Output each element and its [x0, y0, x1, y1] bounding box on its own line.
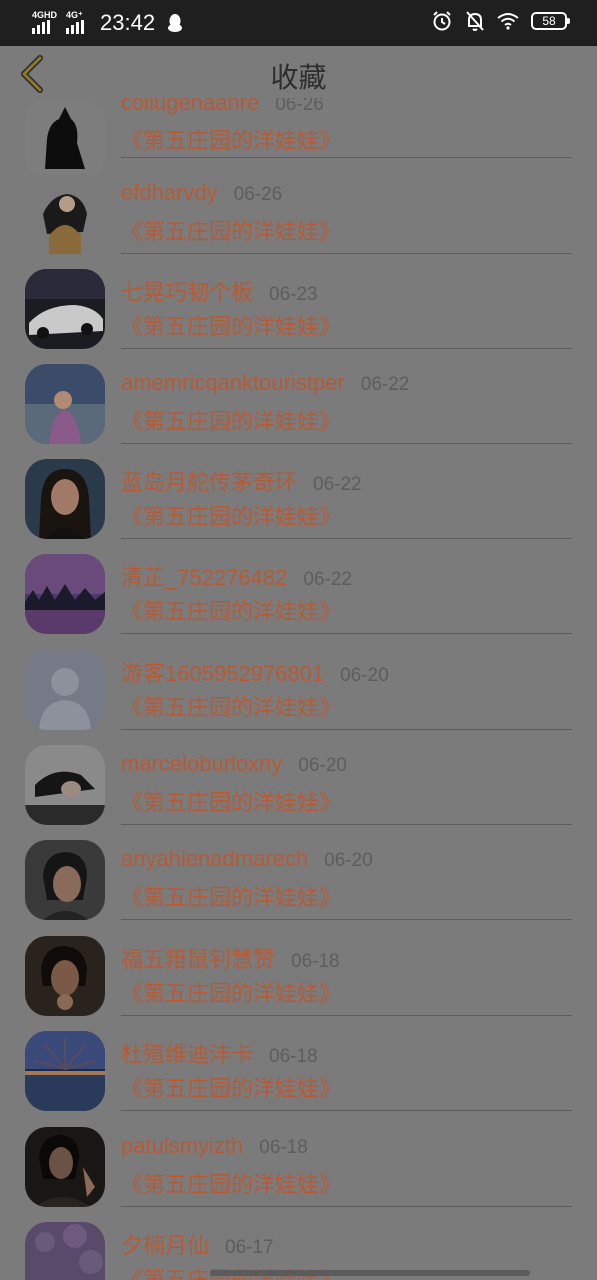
page-title: 收藏	[270, 61, 327, 94]
list-item[interactable]: 七晃巧韧个板 06-23 《第五庄园的洋娃娃》	[0, 255, 597, 350]
avatar	[25, 174, 105, 254]
avatar	[25, 1031, 105, 1111]
bell-muted-icon	[466, 11, 484, 31]
avatar	[25, 1222, 105, 1280]
home-indicator[interactable]	[210, 1270, 530, 1276]
book-title: 《第五庄园的洋娃娃》	[121, 886, 342, 911]
network-type-label: 4GHD	[32, 10, 58, 20]
battery-icon: 58	[531, 12, 570, 30]
username: efdharvdy	[121, 180, 218, 205]
divider	[121, 729, 572, 730]
divider	[121, 1110, 572, 1111]
divider	[121, 824, 572, 825]
wifi-icon	[497, 13, 519, 30]
divider	[121, 919, 572, 920]
date: 06-17	[225, 1237, 274, 1258]
battery-level: 58	[542, 14, 556, 28]
avatar	[25, 1127, 105, 1207]
app-screen: collugenaanre 06-26 《第五庄园的洋娃娃》 efdharvdy…	[0, 0, 597, 1280]
date: 06-20	[298, 755, 348, 776]
list-item[interactable]: patulsmyizth 06-18 《第五庄园的洋娃娃》	[0, 1113, 597, 1208]
book-title: 《第五庄园的洋娃娃》	[121, 600, 342, 625]
date: 06-22	[313, 474, 362, 495]
divider	[121, 253, 572, 254]
divider	[121, 1015, 572, 1016]
date: 06-20	[324, 850, 373, 871]
alarm-icon	[433, 11, 451, 31]
list-item[interactable]: amemricqanktouristper 06-22 《第五庄园的洋娃娃》	[0, 350, 597, 445]
book-title: 《第五庄园的洋娃娃》	[121, 315, 342, 340]
book-title: 《第五庄园的洋娃娃》	[121, 220, 342, 245]
cellular-signal-icon: 4G⁺	[64, 8, 92, 38]
date: 06-20	[340, 665, 389, 686]
book-title: 《第五庄园的洋娃娃》	[121, 129, 342, 154]
list-item[interactable]: efdharvdy 06-26 《第五庄园的洋娃娃》	[0, 160, 597, 255]
list-item[interactable]: anyahienadmarech 06-20 《第五庄园的洋娃娃》	[0, 826, 597, 921]
username: amemricqanktouristper	[121, 370, 345, 395]
divider	[121, 538, 572, 539]
date: 06-22	[360, 374, 410, 395]
avatar	[25, 269, 105, 349]
divider	[121, 633, 572, 634]
username: 蓝岛月舵传茅奇环	[121, 470, 298, 495]
date: 06-18	[291, 951, 340, 972]
username: 七晃巧韧个板	[121, 280, 254, 305]
clock: 23:42	[100, 10, 156, 35]
status-bar: 4GHD 4G⁺ 23:42 58	[0, 0, 597, 46]
username: 清芷_752276482	[121, 565, 288, 590]
cellular-signal-icon: 4GHD	[30, 8, 58, 38]
list-item[interactable]: 清芷_752276482 06-22 《第五庄园的洋娃娃》	[0, 540, 597, 635]
date: 06-18	[269, 1046, 318, 1067]
divider	[121, 157, 572, 158]
book-title: 《第五庄园的洋娃娃》	[121, 791, 342, 816]
book-title: 《第五庄园的洋娃娃》	[121, 1173, 342, 1198]
nav-header: 收藏	[0, 46, 597, 98]
divider	[121, 348, 572, 349]
username: 杜殖维迪沣卡	[121, 1042, 254, 1067]
list-item[interactable]: 杜殖维迪沣卡 06-18 《第五庄园的洋娃娃》	[0, 1017, 597, 1112]
username: 游客1605952976801	[121, 661, 325, 686]
avatar	[25, 364, 105, 444]
divider	[121, 1206, 572, 1207]
username: 夕楠月仙	[121, 1233, 210, 1258]
username: marceloburloxny	[121, 751, 283, 776]
username: 福五箝鼠钊慧赞	[121, 947, 276, 972]
username: anyahienadmarech	[121, 846, 309, 871]
date: 06-26	[233, 184, 283, 205]
avatar	[25, 650, 105, 730]
avatar	[25, 745, 105, 825]
book-title: 《第五庄园的洋娃娃》	[121, 1077, 342, 1102]
book-title: 《第五庄园的洋娃娃》	[121, 505, 342, 530]
username: patulsmyizth	[121, 1133, 244, 1158]
book-title: 《第五庄园的洋娃娃》	[121, 696, 342, 721]
qq-penguin-icon	[168, 14, 183, 32]
list-item[interactable]: 福五箝鼠钊慧赞 06-18 《第五庄园的洋娃娃》	[0, 922, 597, 1017]
book-title: 《第五庄园的洋娃娃》	[121, 410, 342, 435]
list-item[interactable]: 蓝岛月舵传茅奇环 06-22 《第五庄园的洋娃娃》	[0, 445, 597, 540]
list-item[interactable]: 游客1605952976801 06-20 《第五庄园的洋娃娃》	[0, 636, 597, 731]
divider	[121, 443, 572, 444]
avatar	[25, 554, 105, 634]
date: 06-22	[303, 569, 352, 590]
avatar	[25, 840, 105, 920]
book-title: 《第五庄园的洋娃娃》	[121, 982, 342, 1007]
date: 06-18	[259, 1137, 308, 1158]
favorites-list: collugenaanre 06-26 《第五庄园的洋娃娃》 efdharvdy…	[0, 0, 597, 1280]
date: 06-23	[269, 284, 318, 305]
list-item[interactable]: marceloburloxny 06-20 《第五庄园的洋娃娃》	[0, 731, 597, 826]
avatar	[25, 459, 105, 539]
avatar	[25, 936, 105, 1016]
